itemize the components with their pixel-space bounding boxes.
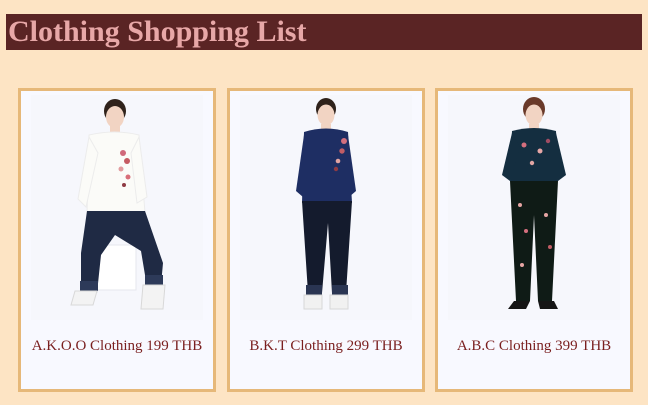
product-photo-1[interactable] bbox=[31, 95, 203, 320]
product-photo-2[interactable] bbox=[240, 95, 412, 320]
page-title: Clothing Shopping List bbox=[8, 15, 307, 48]
product-caption-3[interactable]: A.B.C Clothing 399 THB bbox=[438, 338, 630, 355]
product-card-1[interactable]: A.K.O.O Clothing 199 THB bbox=[18, 88, 216, 392]
product-caption-1[interactable]: A.K.O.O Clothing 199 THB bbox=[21, 338, 213, 355]
page: Clothing Shopping List A.K.O.O Clothing … bbox=[0, 0, 648, 405]
product-photo-3[interactable] bbox=[448, 95, 620, 320]
product-card-3[interactable]: A.B.C Clothing 399 THB bbox=[435, 88, 633, 392]
product-card-2[interactable]: B.K.T Clothing 299 THB bbox=[227, 88, 425, 392]
product-caption-2[interactable]: B.K.T Clothing 299 THB bbox=[230, 338, 422, 355]
